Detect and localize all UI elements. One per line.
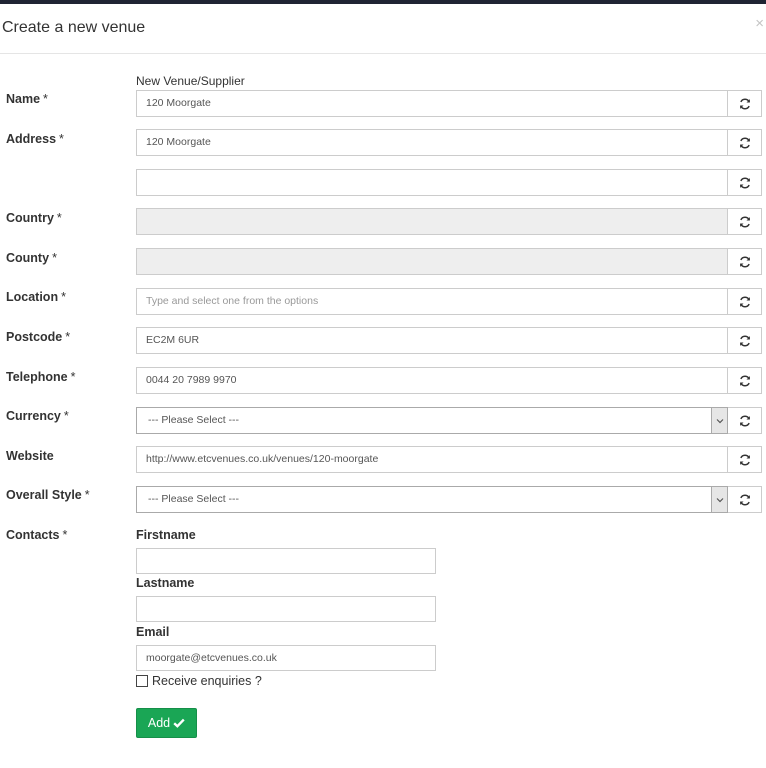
- refresh-icon: [739, 177, 750, 188]
- lastname-label: Lastname: [136, 576, 195, 590]
- currency-refresh-button[interactable]: [728, 407, 762, 434]
- country-refresh-button[interactable]: [728, 208, 762, 235]
- location-input[interactable]: Type and select one from the options: [136, 288, 728, 315]
- address2-refresh-button[interactable]: [728, 169, 762, 196]
- receive-enquiries-label: Receive enquiries ?: [152, 674, 262, 688]
- check-icon: [173, 718, 185, 728]
- postcode-refresh-button[interactable]: [728, 327, 762, 354]
- county-refresh-button[interactable]: [728, 248, 762, 275]
- name-row: 120 Moorgate: [136, 90, 762, 117]
- overall-style-selected-value: --- Please Select ---: [148, 493, 240, 505]
- refresh-icon: [739, 98, 750, 109]
- refresh-icon: [739, 494, 750, 505]
- address-row-2: [136, 169, 762, 196]
- address-line1-input[interactable]: 120 Moorgate: [136, 129, 728, 156]
- location-label: Location *: [6, 290, 66, 304]
- location-refresh-button[interactable]: [728, 288, 762, 315]
- postcode-row: EC2M 6UR: [136, 327, 762, 354]
- firstname-input[interactable]: [136, 548, 436, 574]
- overall-style-refresh-button[interactable]: [728, 486, 762, 513]
- refresh-icon: [739, 335, 750, 346]
- telephone-label: Telephone *: [6, 370, 76, 384]
- address-row-1: 120 Moorgate: [136, 129, 762, 156]
- refresh-icon: [739, 137, 750, 148]
- address-line2-input[interactable]: [136, 169, 728, 196]
- name-refresh-button[interactable]: [728, 90, 762, 117]
- contacts-label: Contacts *: [6, 528, 68, 542]
- firstname-label: Firstname: [136, 528, 196, 542]
- website-refresh-button[interactable]: [728, 446, 762, 473]
- location-row: Type and select one from the options: [136, 288, 762, 315]
- website-label: Website: [6, 449, 54, 463]
- modal-title: Create a new venue: [2, 19, 146, 36]
- telephone-row: 0044 20 7989 9970: [136, 367, 762, 394]
- country-input: [136, 208, 728, 235]
- telephone-refresh-button[interactable]: [728, 367, 762, 394]
- refresh-icon: [739, 454, 750, 465]
- refresh-icon: [739, 216, 750, 227]
- overall-style-row: --- Please Select ---: [136, 486, 762, 513]
- venue-supplier-hint: New Venue/Supplier: [136, 74, 245, 88]
- refresh-icon: [739, 375, 750, 386]
- postcode-label: Postcode *: [6, 330, 71, 344]
- email-input[interactable]: moorgate@etcvenues.co.uk: [136, 645, 436, 671]
- county-row: [136, 248, 762, 275]
- lastname-input[interactable]: [136, 596, 436, 622]
- close-icon[interactable]: ×: [755, 16, 764, 31]
- chevron-down-icon[interactable]: [711, 487, 727, 512]
- address1-refresh-button[interactable]: [728, 129, 762, 156]
- refresh-icon: [739, 415, 750, 426]
- county-label: County *: [6, 251, 57, 265]
- add-button-label: Add: [147, 716, 171, 730]
- chevron-down-icon[interactable]: [711, 408, 727, 433]
- telephone-input[interactable]: 0044 20 7989 9970: [136, 367, 728, 394]
- overall-style-select[interactable]: --- Please Select ---: [136, 486, 728, 513]
- overall-style-label: Overall Style *: [6, 488, 90, 502]
- currency-select[interactable]: --- Please Select ---: [136, 407, 728, 434]
- county-input: [136, 248, 728, 275]
- address-label: Address *: [6, 132, 64, 146]
- receive-enquiries-row: Receive enquiries ?: [136, 674, 262, 688]
- website-row: http://www.etcvenues.co.uk/venues/120-mo…: [136, 446, 762, 473]
- add-button[interactable]: Add: [136, 708, 197, 738]
- refresh-icon: [739, 296, 750, 307]
- modal-header: Create a new venue ×: [0, 4, 766, 54]
- currency-label: Currency *: [6, 409, 69, 423]
- postcode-input[interactable]: EC2M 6UR: [136, 327, 728, 354]
- country-row: [136, 208, 762, 235]
- website-input[interactable]: http://www.etcvenues.co.uk/venues/120-mo…: [136, 446, 728, 473]
- currency-row: --- Please Select ---: [136, 407, 762, 434]
- currency-selected-value: --- Please Select ---: [148, 414, 240, 426]
- email-label: Email: [136, 625, 170, 639]
- name-label: Name *: [6, 92, 48, 106]
- refresh-icon: [739, 256, 750, 267]
- receive-enquiries-checkbox[interactable]: [136, 675, 148, 687]
- country-label: Country *: [6, 211, 62, 225]
- name-input[interactable]: 120 Moorgate: [136, 90, 728, 117]
